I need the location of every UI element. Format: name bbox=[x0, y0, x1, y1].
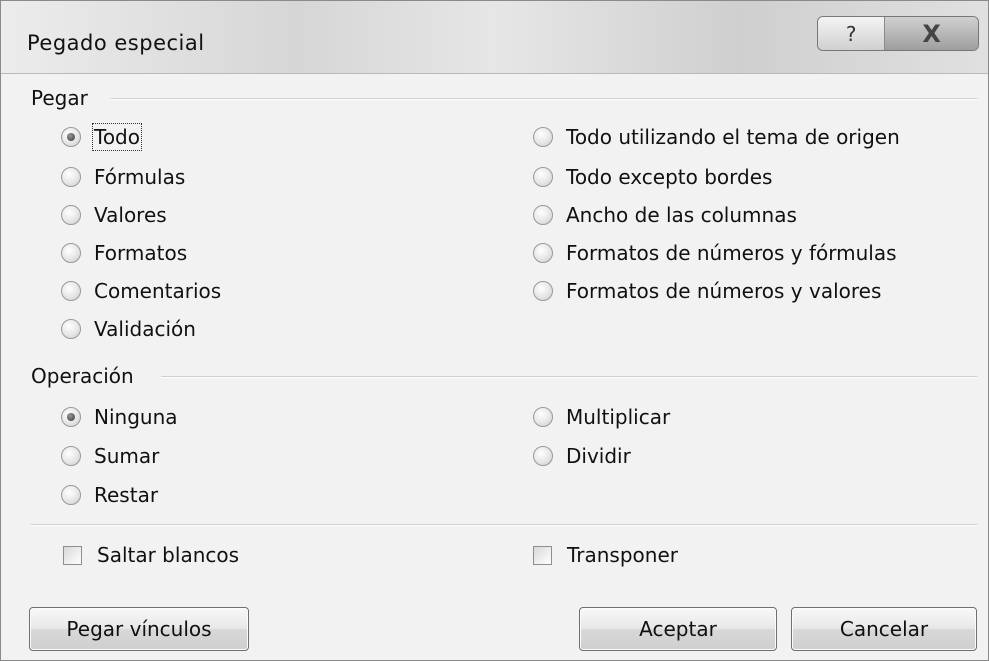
radio-button[interactable] bbox=[61, 407, 81, 427]
radio-ninguna[interactable]: Ninguna bbox=[61, 405, 178, 429]
radio-label: Validación bbox=[94, 317, 196, 341]
radio-restar[interactable]: Restar bbox=[61, 483, 158, 507]
radio-validacion[interactable]: Validación bbox=[61, 317, 196, 341]
radio-button[interactable] bbox=[61, 485, 81, 505]
radio-todo-tema-origen[interactable]: Todo utilizando el tema de origen bbox=[533, 125, 900, 149]
button-label: Pegar vínculos bbox=[66, 617, 212, 641]
radio-button[interactable] bbox=[61, 319, 81, 339]
radio-todo-excepto-bordes[interactable]: Todo excepto bordes bbox=[533, 165, 772, 189]
checkbox-separator bbox=[31, 524, 977, 526]
radio-button[interactable] bbox=[533, 167, 553, 187]
radio-sumar[interactable]: Sumar bbox=[61, 444, 159, 468]
checkbox-saltar-blancos[interactable]: Saltar blancos bbox=[63, 543, 239, 567]
radio-label: Todo bbox=[92, 123, 142, 151]
dialog-title: Pegado especial bbox=[27, 31, 205, 55]
radio-dividir[interactable]: Dividir bbox=[533, 444, 631, 468]
radio-button[interactable] bbox=[61, 446, 81, 466]
paste-special-dialog: Pegado especial ? X Pegar Todo Fórmulas … bbox=[0, 0, 989, 661]
radio-button[interactable] bbox=[533, 281, 553, 301]
radio-button[interactable] bbox=[61, 281, 81, 301]
radio-label: Formatos de números y valores bbox=[566, 279, 882, 303]
cancelar-button[interactable]: Cancelar bbox=[791, 607, 977, 651]
checkbox-label: Transponer bbox=[567, 543, 678, 567]
checkbox[interactable] bbox=[533, 545, 552, 565]
radio-label: Comentarios bbox=[94, 279, 222, 303]
radio-button[interactable] bbox=[61, 127, 81, 147]
help-icon: ? bbox=[845, 21, 857, 46]
radio-label: Restar bbox=[94, 483, 159, 507]
radio-label: Todo utilizando el tema de origen bbox=[566, 125, 900, 149]
radio-button[interactable] bbox=[533, 446, 553, 466]
radio-button[interactable] bbox=[533, 205, 553, 225]
radio-comentarios[interactable]: Comentarios bbox=[61, 279, 221, 303]
radio-formatos-numeros-valores[interactable]: Formatos de números y valores bbox=[533, 279, 881, 303]
radio-multiplicar[interactable]: Multiplicar bbox=[533, 405, 670, 429]
title-bar-buttons: ? X bbox=[817, 16, 979, 51]
button-label: Aceptar bbox=[639, 617, 717, 641]
radio-label: Formatos bbox=[94, 241, 188, 265]
close-icon: X bbox=[922, 19, 941, 48]
radio-label: Ancho de las columnas bbox=[566, 203, 797, 227]
radio-formulas[interactable]: Fórmulas bbox=[61, 165, 185, 189]
radio-label: Sumar bbox=[94, 444, 160, 468]
radio-label: Multiplicar bbox=[566, 405, 671, 429]
radio-button[interactable] bbox=[533, 243, 553, 263]
aceptar-button[interactable]: Aceptar bbox=[579, 607, 777, 651]
radio-label: Dividir bbox=[566, 444, 631, 468]
radio-label: Formatos de números y fórmulas bbox=[566, 241, 897, 265]
radio-todo[interactable]: Todo bbox=[61, 123, 142, 151]
radio-button[interactable] bbox=[533, 127, 553, 147]
radio-button[interactable] bbox=[61, 243, 81, 263]
pegar-separator bbox=[111, 98, 977, 100]
checkbox[interactable] bbox=[63, 545, 82, 565]
checkbox-transponer[interactable]: Transponer bbox=[533, 543, 678, 567]
close-button[interactable]: X bbox=[885, 17, 978, 50]
title-bar: Pegado especial ? X bbox=[1, 1, 988, 74]
pegar-vinculos-button[interactable]: Pegar vínculos bbox=[29, 607, 249, 651]
radio-formatos[interactable]: Formatos bbox=[61, 241, 187, 265]
help-button[interactable]: ? bbox=[818, 17, 886, 50]
radio-label: Todo excepto bordes bbox=[566, 165, 773, 189]
radio-button[interactable] bbox=[533, 407, 553, 427]
button-label: Cancelar bbox=[839, 617, 929, 641]
checkbox-label: Saltar blancos bbox=[97, 543, 240, 567]
operacion-separator bbox=[161, 376, 977, 378]
radio-label: Valores bbox=[94, 203, 167, 227]
radio-ancho-columnas[interactable]: Ancho de las columnas bbox=[533, 203, 797, 227]
radio-formatos-numeros-formulas[interactable]: Formatos de números y fórmulas bbox=[533, 241, 897, 265]
radio-label: Ninguna bbox=[94, 405, 178, 429]
operacion-group-label: Operación bbox=[31, 364, 142, 388]
radio-button[interactable] bbox=[61, 205, 81, 225]
radio-button[interactable] bbox=[61, 167, 81, 187]
radio-valores[interactable]: Valores bbox=[61, 203, 167, 227]
pegar-group-label: Pegar bbox=[31, 86, 96, 110]
radio-label: Fórmulas bbox=[94, 165, 186, 189]
